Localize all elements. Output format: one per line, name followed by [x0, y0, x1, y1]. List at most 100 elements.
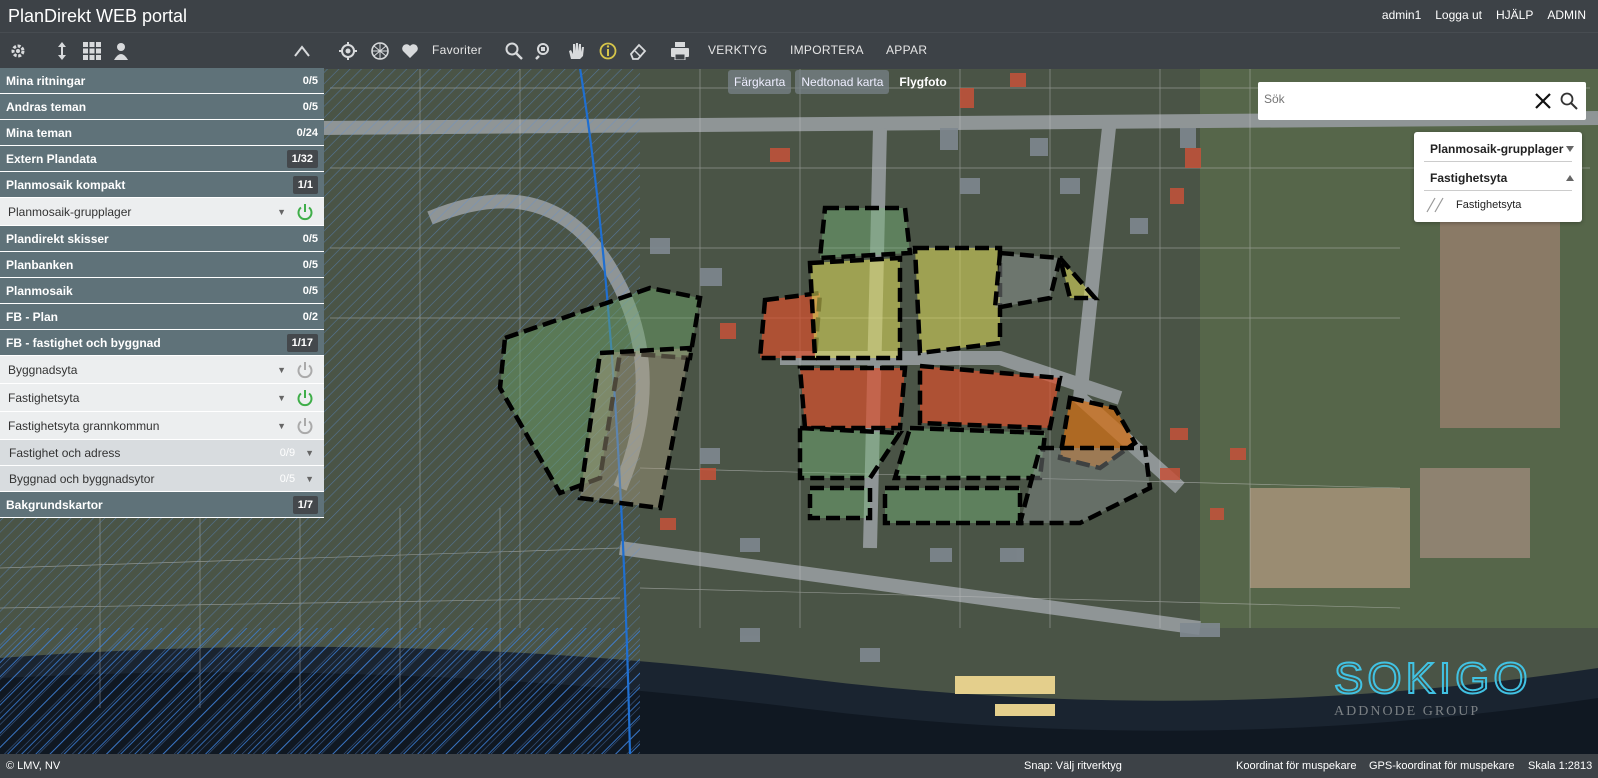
search-input[interactable]: [1262, 91, 1516, 107]
search-icon[interactable]: [504, 41, 524, 61]
group-label: Planmosaik: [6, 283, 73, 298]
grid-icon[interactable]: [82, 41, 102, 61]
search-map-icon[interactable]: [534, 41, 554, 61]
app-title: PlanDirekt WEB portal: [8, 6, 188, 26]
group-mina-ritningar[interactable]: Mina ritningar 0/5: [0, 68, 324, 94]
group-label: Bakgrundskartor: [6, 497, 103, 512]
attribution: © LMV, NV: [6, 760, 61, 772]
chevron-up-icon[interactable]: [1566, 175, 1574, 181]
power-toggle-off-icon[interactable]: [296, 361, 314, 379]
layer-fastighetsyta-grannkommun[interactable]: Fastighetsyta grannkommun ▼: [0, 412, 324, 440]
pan-icon[interactable]: [52, 41, 72, 61]
toolbar: Favoriter VERKTYG IMPORTERA APPAR: [0, 32, 1598, 69]
polygon-symbol-icon: [1426, 197, 1444, 213]
gps-readout: GPS-koordinat för muspekare: [1369, 760, 1515, 772]
group-mina-teman[interactable]: Mina teman 0/24: [0, 120, 324, 146]
top-links: admin1 Logga ut HJÄLP ADMIN: [1382, 8, 1586, 22]
group-label: Extern Plandata: [6, 151, 97, 166]
group-fb-plan[interactable]: FB - Plan 0/2: [0, 304, 324, 330]
group-planbanken[interactable]: Planbanken 0/5: [0, 252, 324, 278]
group-label: Mina ritningar: [6, 73, 86, 88]
group-count: 0/5: [302, 100, 318, 113]
logout-link[interactable]: Logga ut: [1435, 8, 1482, 22]
group-count: 0/5: [302, 284, 318, 297]
admin-link[interactable]: ADMIN: [1547, 8, 1586, 22]
sokigo-logo: SOKIGO ADDNODE GROUP: [1330, 653, 1560, 724]
hand-icon[interactable]: [566, 41, 586, 61]
favoriter-menu[interactable]: Favoriter: [432, 43, 482, 57]
group-count: 0/5: [302, 74, 318, 87]
verktyg-menu[interactable]: VERKTYG: [708, 43, 767, 57]
chevron-down-icon[interactable]: ▼: [305, 474, 314, 484]
locate-icon[interactable]: [338, 41, 358, 61]
power-toggle-off-icon[interactable]: [296, 417, 314, 435]
subgroup-fastighet-och-adress[interactable]: Fastighet och adress 0/9 ▼: [0, 440, 324, 466]
status-bar: © LMV, NV Snap: Välj ritverktyg Koordina…: [0, 754, 1598, 778]
group-label: Planbanken: [6, 257, 74, 272]
group-count: 1/17: [286, 333, 318, 352]
group-planmosaik-kompakt[interactable]: Planmosaik kompakt 1/1: [0, 172, 324, 198]
layer-label: Planmosaik-grupplager: [8, 204, 132, 219]
globe-icon[interactable]: [370, 41, 390, 61]
layer-byggnadsyta[interactable]: Byggnadsyta ▼: [0, 356, 324, 384]
group-count: 0/9: [279, 446, 296, 459]
group-bakgrundskartor[interactable]: Bakgrundskartor 1/7: [0, 492, 324, 518]
legend-layer-title[interactable]: Fastighetsyta: [1430, 171, 1507, 185]
search-icon[interactable]: [1560, 92, 1578, 110]
appar-menu[interactable]: APPAR: [886, 43, 927, 57]
power-toggle-on-icon[interactable]: [296, 389, 314, 407]
layer-label: Fastighetsyta: [8, 390, 80, 405]
user-link[interactable]: admin1: [1382, 8, 1421, 22]
group-plandirekt-skisser[interactable]: Plandirekt skisser 0/5: [0, 226, 324, 252]
layer-planmosaik-grupplager[interactable]: Planmosaik-grupplager ▼: [0, 198, 324, 226]
print-icon[interactable]: [670, 41, 690, 61]
gear-icon[interactable]: [8, 41, 28, 61]
legend-panel: Planmosaik-grupplager Fastighetsyta Fast…: [1414, 132, 1582, 222]
top-bar: PlanDirekt WEB portal admin1 Logga ut HJ…: [0, 0, 1598, 32]
chevron-down-icon[interactable]: ▼: [277, 365, 286, 375]
group-planmosaik[interactable]: Planmosaik 0/5: [0, 278, 324, 304]
group-count: 1/32: [286, 149, 318, 168]
user-location-icon[interactable]: [112, 41, 132, 61]
group-label: FB - fastighet och byggnad: [6, 335, 161, 350]
group-extern-plandata[interactable]: Extern Plandata 1/32: [0, 146, 324, 172]
layer-fastighetsyta[interactable]: Fastighetsyta ▼: [0, 384, 324, 412]
group-count: 0/2: [302, 310, 318, 323]
help-link[interactable]: HJÄLP: [1496, 8, 1533, 22]
group-label: Mina teman: [6, 125, 73, 140]
power-toggle-on-icon[interactable]: [296, 203, 314, 221]
tab-nedtonad-karta[interactable]: Nedtonad karta: [795, 70, 890, 94]
group-fb-fastighet[interactable]: FB - fastighet och byggnad 1/17: [0, 330, 324, 356]
chevron-down-icon[interactable]: ▼: [305, 448, 314, 458]
collapse-icon[interactable]: [292, 41, 312, 61]
layer-label: Fastighetsyta grannkommun: [8, 418, 160, 433]
eraser-icon[interactable]: [628, 41, 648, 61]
chevron-down-icon[interactable]: ▼: [277, 207, 286, 217]
group-label: Planmosaik kompakt: [6, 177, 126, 192]
group-label: Plandirekt skisser: [6, 231, 109, 246]
tab-flygfoto[interactable]: Flygfoto: [893, 70, 952, 94]
chevron-down-icon[interactable]: ▼: [277, 393, 286, 403]
group-count: 0/5: [279, 472, 296, 485]
close-icon[interactable]: [1534, 92, 1552, 110]
heart-icon[interactable]: [400, 41, 420, 61]
scale-readout: Skala 1:2813: [1528, 760, 1593, 772]
basemap-tabs: Färgkarta Nedtonad karta Flygfoto: [728, 70, 953, 94]
group-count: 0/24: [296, 126, 318, 139]
layer-sidebar: Mina ritningar 0/5 Andras teman 0/5 Mina t…: [0, 68, 324, 518]
group-count: 0/5: [302, 232, 318, 245]
snap-status: Snap: Välj ritverktyg: [1024, 760, 1122, 772]
legend-item-label: Fastighetsyta: [1456, 199, 1522, 211]
chevron-down-icon[interactable]: [1566, 146, 1574, 152]
legend-group-title[interactable]: Planmosaik-grupplager: [1430, 142, 1563, 156]
subgroup-byggnad-och-byggnadsytor[interactable]: Byggnad och byggnadsytor 0/5 ▼: [0, 466, 324, 492]
tab-fargkarta[interactable]: Färgkarta: [728, 70, 792, 94]
info-icon[interactable]: [598, 41, 618, 61]
coordinate-readout: Koordinat för muspekare: [1236, 760, 1357, 772]
group-andras-teman[interactable]: Andras teman 0/5: [0, 94, 324, 120]
group-label: FB - Plan: [6, 309, 59, 324]
chevron-down-icon[interactable]: ▼: [277, 421, 286, 431]
group-label: Andras teman: [6, 99, 87, 114]
importera-menu[interactable]: IMPORTERA: [790, 43, 864, 57]
layer-label: Byggnadsyta: [8, 362, 78, 377]
